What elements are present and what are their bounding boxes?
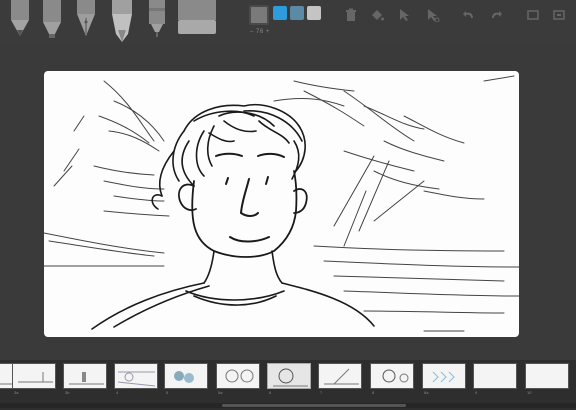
pencil-tool[interactable]: [8, 0, 32, 40]
frame-label: 8: [372, 390, 375, 395]
frame-label: 4: [116, 390, 119, 395]
frame-thumbnail: [69, 372, 104, 385]
timeline-frame[interactable]: [422, 363, 466, 389]
timeline-frame[interactable]: [267, 363, 311, 389]
frame-label: 3a: [14, 390, 19, 395]
lasso-icon[interactable]: [426, 8, 440, 22]
sketch-drawing: [44, 75, 519, 332]
frame-thumbnail: [432, 371, 455, 383]
color-swatch-blue[interactable]: [273, 6, 287, 20]
timeline-frame[interactable]: [473, 363, 517, 389]
frame-thumbnail: [474, 364, 517, 389]
frame-thumbnail: [526, 364, 569, 389]
ink-pen-icon: [77, 0, 95, 36]
frame-thumbnail: [174, 371, 194, 383]
frame-label: 5a: [218, 390, 223, 395]
frame-thumbnail: [273, 368, 308, 387]
frame-label: 10: [527, 390, 532, 395]
brush-size-label[interactable]: – 76 +: [250, 29, 270, 35]
redo-icon[interactable]: [489, 8, 503, 22]
storyboard-app: – 76 + 3a 3b 4 5 5a 6 7 8 8a 9 10: [0, 0, 576, 410]
expand-icon[interactable]: [552, 8, 566, 22]
timeline-frame[interactable]: [12, 363, 56, 389]
timeline-frame[interactable]: [114, 363, 158, 389]
view-icon[interactable]: [526, 8, 540, 22]
frame-thumbnail: [324, 368, 359, 385]
fine-liner-icon: [149, 0, 165, 37]
timeline-frame[interactable]: [318, 363, 362, 389]
timeline-frame[interactable]: [216, 363, 260, 389]
current-color-swatch[interactable]: [249, 5, 269, 25]
frame-thumbnail: [18, 372, 53, 383]
undo-icon[interactable]: [462, 8, 476, 22]
timeline-frame[interactable]: [164, 363, 208, 389]
frame-label: 7: [320, 390, 323, 395]
timeline-frame[interactable]: [525, 363, 569, 389]
frame-thumbnail: [382, 369, 409, 383]
frame-label: 9: [475, 390, 478, 395]
fill-bucket-icon[interactable]: [370, 8, 384, 22]
timeline-frame[interactable]: [63, 363, 107, 389]
marker-tool[interactable]: [40, 0, 64, 40]
frame-thumbnail: [225, 369, 254, 383]
marker-icon: [43, 0, 61, 38]
frame-label: 8a: [424, 390, 429, 395]
color-swatch-slate[interactable]: [290, 6, 304, 20]
color-swatch-gray[interactable]: [307, 6, 321, 20]
eraser-tool[interactable]: [176, 0, 218, 36]
frame-label: 5: [166, 390, 169, 395]
toolbar: – 76 +: [0, 0, 576, 44]
frame-thumbnail: [117, 371, 156, 387]
trash-icon[interactable]: [344, 8, 358, 22]
fine-liner-tool[interactable]: [146, 0, 168, 40]
frame-label: 6: [269, 390, 272, 395]
drawing-canvas[interactable]: [44, 71, 519, 337]
frame-label: 3b: [65, 390, 70, 395]
timeline-frame[interactable]: [370, 363, 414, 389]
brush-tool[interactable]: [108, 0, 136, 44]
pencil-icon: [11, 0, 29, 36]
select-icon[interactable]: [398, 8, 412, 22]
timeline-scroll-thumb[interactable]: [222, 404, 406, 407]
eraser-icon: [178, 0, 216, 34]
ink-pen-tool[interactable]: [74, 0, 98, 40]
brush-icon: [112, 0, 132, 42]
